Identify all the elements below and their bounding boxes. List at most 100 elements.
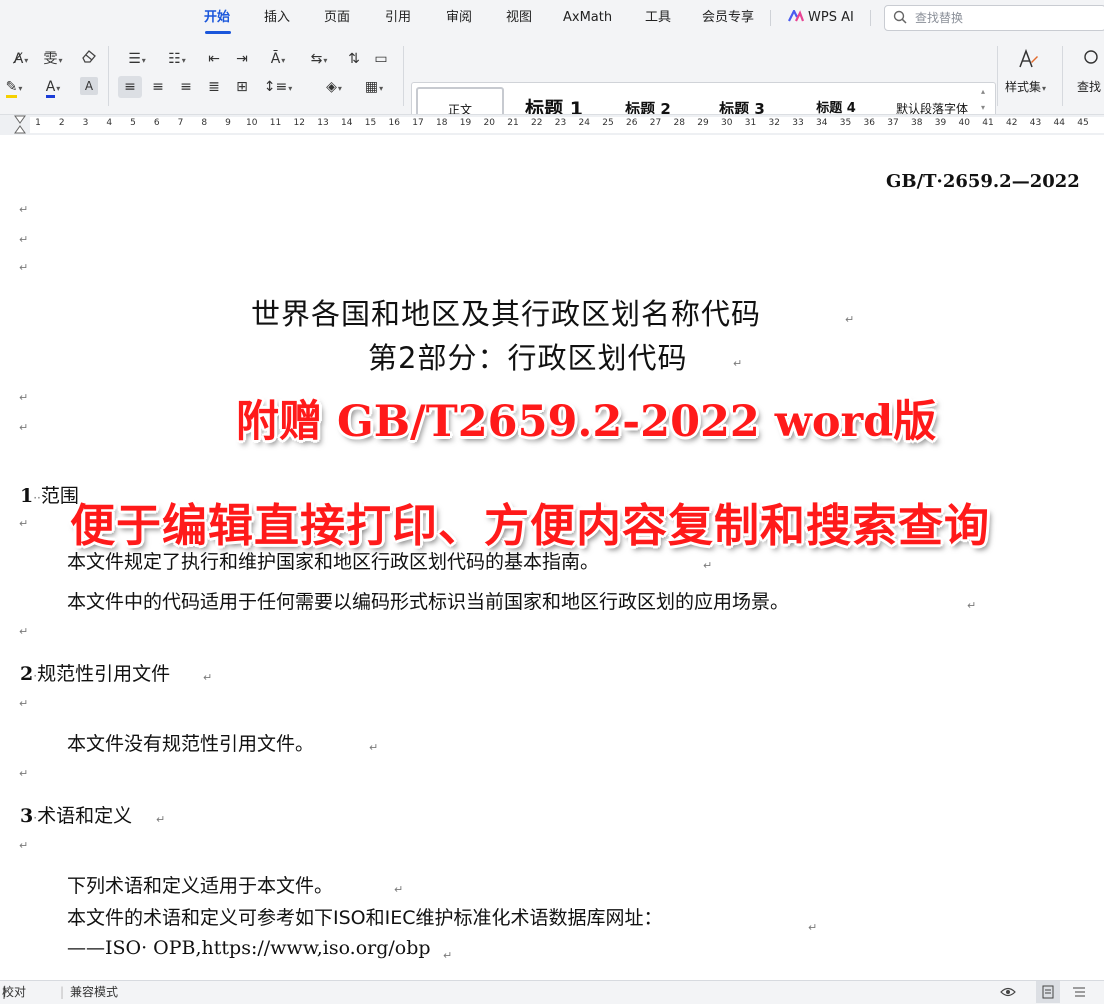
ruler-number: 38 <box>911 118 923 128</box>
tab-references[interactable]: 引用 <box>385 0 411 36</box>
font-color-button[interactable]: A▾ <box>38 76 68 98</box>
sort-icon: ⇅ <box>348 51 360 67</box>
bullet-list-button[interactable]: ☰▾ <box>120 48 154 70</box>
paragraph-mark: ↵ <box>203 671 213 684</box>
gallery-scroll-down-icon[interactable]: ▾ <box>981 103 985 112</box>
compat-mode-label: 兼容模式 <box>70 985 119 999</box>
page-view-icon <box>1042 985 1054 999</box>
ruler-number: 21 <box>507 118 519 128</box>
wps-ai-button[interactable]: WPS AI <box>788 0 854 36</box>
shading-button[interactable]: ◈▾ <box>318 76 350 98</box>
ruler-number: 32 <box>768 118 780 128</box>
ruler-number: 31 <box>744 118 757 128</box>
paragraph-mark: ↵ <box>443 949 453 962</box>
tab-member[interactable]: 会员专享 <box>702 0 754 36</box>
active-tab-indicator <box>205 31 231 34</box>
eye-protection-button[interactable] <box>1000 981 1016 1003</box>
increase-indent-button[interactable]: ⇥ <box>231 48 253 70</box>
ruler-number: 4 <box>106 118 113 128</box>
bullet-list-icon: ☰ <box>128 51 141 67</box>
ruler-number: 22 <box>531 118 543 128</box>
ruler-number: 20 <box>483 118 495 128</box>
align-left-icon: ≡ <box>124 79 136 95</box>
tab-tools[interactable]: 工具 <box>645 0 671 36</box>
align-center-button[interactable]: ≡ <box>146 76 170 98</box>
outline-view-button[interactable] <box>1072 981 1086 1003</box>
sort-button[interactable]: ⇅ <box>343 48 365 70</box>
ruler-number: 3 <box>82 118 89 128</box>
tab-page[interactable]: 页面 <box>324 0 350 36</box>
ruler-number: 17 <box>412 118 424 128</box>
border-icon: ▦ <box>364 79 379 95</box>
promo-banner-line2: 便于编辑直接打印、方便内容复制和搜索查询 <box>70 499 991 552</box>
distributed-align-button[interactable]: ⊞ <box>230 76 254 98</box>
style-set-icon <box>1019 48 1038 68</box>
char-shading-button[interactable]: A <box>80 77 98 95</box>
text-direction-button[interactable]: Ā▾ <box>262 48 294 70</box>
ruler-number: 25 <box>602 118 614 128</box>
paragraph-mark: ↵ <box>19 839 29 852</box>
font-case-button[interactable]: A̸▾ <box>8 48 34 70</box>
ruler-number: 44 <box>1053 118 1065 128</box>
align-right-button[interactable]: ≡ <box>174 76 198 98</box>
section-number: 2 <box>20 663 34 685</box>
ruler-number: 45 <box>1077 118 1089 128</box>
ruler-number: 15 <box>364 118 377 128</box>
find-button[interactable]: 查找 <box>1076 48 1104 104</box>
show-marks-button[interactable]: ▭ <box>370 48 392 70</box>
distributed-align-icon: ⊞ <box>236 79 248 95</box>
paragraph-mark: ↵ <box>703 559 713 572</box>
gallery-scroll-up-icon[interactable]: ▴ <box>981 87 985 96</box>
paint-bucket-icon: ◈ <box>326 79 337 95</box>
ribbon-separator <box>403 46 404 106</box>
ruler-number: 10 <box>246 118 258 128</box>
search-box[interactable]: 查找替换 <box>884 5 1104 31</box>
first-line-indent-marker[interactable] <box>14 115 26 135</box>
ruler-number: 14 <box>341 118 353 128</box>
decrease-indent-button[interactable]: ⇤ <box>203 48 225 70</box>
status-separator: | <box>60 985 65 999</box>
standard-number: GB/T·2659.2—2022 <box>886 171 1080 192</box>
tab-axmath[interactable]: AxMath <box>563 0 612 36</box>
style-set-button[interactable]: 样式集▾ <box>1004 48 1054 104</box>
section-number: 3 <box>20 805 34 827</box>
find-icon <box>1084 50 1098 64</box>
wps-ai-label: WPS AI <box>808 10 854 25</box>
justify-icon: ≣ <box>208 79 220 95</box>
line-swap-button[interactable]: ⇆▾ <box>303 48 335 70</box>
paragraph-mark: ↵ <box>19 625 29 638</box>
tab-insert[interactable]: 插入 <box>264 0 290 36</box>
tab-review[interactable]: 审阅 <box>446 0 472 36</box>
phonetic-guide-button[interactable]: 雯▾ <box>38 48 68 70</box>
ruler-number: 42 <box>1006 118 1018 128</box>
paragraph-mark: ↵ <box>845 313 855 326</box>
highlight-button[interactable]: ✎▾ <box>0 76 28 98</box>
paragraph-mark: ↵ <box>733 357 743 370</box>
ruler-number: 26 <box>626 118 638 128</box>
style-set-label: 样式集▾ <box>1005 80 1047 94</box>
text-direction-icon: Ā <box>270 51 281 67</box>
ruler-number: 2 <box>58 118 65 128</box>
clear-format-button[interactable] <box>78 48 100 70</box>
ruler-number: 37 <box>887 118 899 128</box>
document-page[interactable]: GB/T·2659.2—2022 ↵ ↵ ↵ 世界各国和地区及其行政区划名称代码… <box>0 135 1104 980</box>
ruler-number: 34 <box>816 118 828 128</box>
align-left-button[interactable]: ≡ <box>118 76 142 98</box>
line-spacing-button[interactable]: ↕≡▾ <box>262 76 294 98</box>
menu-bar: 开始 插入 页面 引用 审阅 视图 AxMath 工具 会员专享 WPS AI … <box>0 0 1104 36</box>
section-title: 规范性引用文件 <box>37 663 171 685</box>
ruler-number: 11 <box>269 118 282 128</box>
ruler-number: 1 <box>35 118 41 128</box>
char-shading-icon: A <box>84 79 94 93</box>
ruler-number: 40 <box>958 118 970 128</box>
page-view-button[interactable] <box>1036 981 1060 1003</box>
borders-button[interactable]: ▦▾ <box>358 76 390 98</box>
tab-view[interactable]: 视图 <box>506 0 532 36</box>
ruler-number: 24 <box>578 118 590 128</box>
ruler-number: 28 <box>673 118 685 128</box>
justify-button[interactable]: ≣ <box>202 76 226 98</box>
horizontal-ruler: 1 2 3 4 5 6 7 8 9 10 11 12 13 14 15 16 17 18 19 20 21 22 23 24 2… <box>0 114 1104 136</box>
ruler-number: 13 <box>317 118 329 128</box>
numbered-list-button[interactable]: ☷▾ <box>160 48 194 70</box>
paragraph-mark: ↵ <box>19 203 29 216</box>
